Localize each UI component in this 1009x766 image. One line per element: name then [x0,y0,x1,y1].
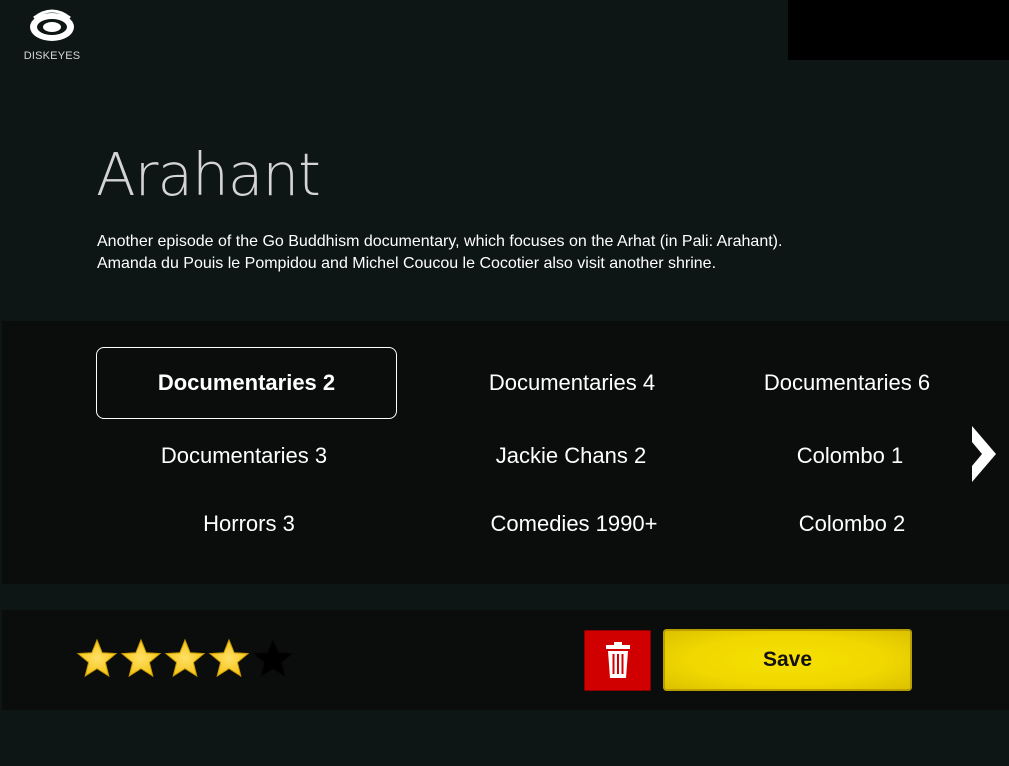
app-logo[interactable]: DISKEYES [22,6,82,64]
list-item-jackie-chans-2[interactable]: Jackie Chans 2 [421,421,721,491]
list-item-colombo-1[interactable]: Colombo 1 [700,421,1000,491]
eye-disk-icon [30,9,74,41]
star-filled-icon[interactable] [120,638,162,680]
star-filled-icon[interactable] [208,638,250,680]
star-empty-icon[interactable] [252,638,294,680]
save-button[interactable]: Save [663,629,912,691]
description-line: Amanda du Pouis le Pompidou and Michel C… [97,255,717,272]
list-item-comedies-1990[interactable]: Comedies 1990+ [424,489,724,559]
star-filled-icon[interactable] [76,638,118,680]
list-item-documentaries-6[interactable]: Documentaries 6 [697,348,997,418]
logo-text: DISKEYES [23,50,81,62]
star-rating[interactable] [76,638,294,680]
movie-description: Another episode of the Go Buddhism docum… [97,231,917,275]
chevron-right-icon [972,426,996,482]
star-filled-icon[interactable] [164,638,206,680]
delete-button[interactable] [584,630,651,691]
app-screen: DISKEYES Arahant Another episode of the … [0,0,1009,766]
top-right-panel [788,0,1009,60]
list-item-colombo-2[interactable]: Colombo 2 [702,489,1002,559]
trash-icon [606,642,630,678]
next-page-button[interactable] [968,422,998,486]
list-item-documentaries-3[interactable]: Documentaries 3 [94,421,394,491]
list-item-documentaries-4[interactable]: Documentaries 4 [422,348,722,418]
description-line: Another episode of the Go Buddhism docum… [97,233,783,250]
movie-title: Arahant [96,140,321,210]
list-item-horrors-3[interactable]: Horrors 3 [99,489,399,559]
list-item-documentaries-2[interactable]: Documentaries 2 [96,347,397,419]
